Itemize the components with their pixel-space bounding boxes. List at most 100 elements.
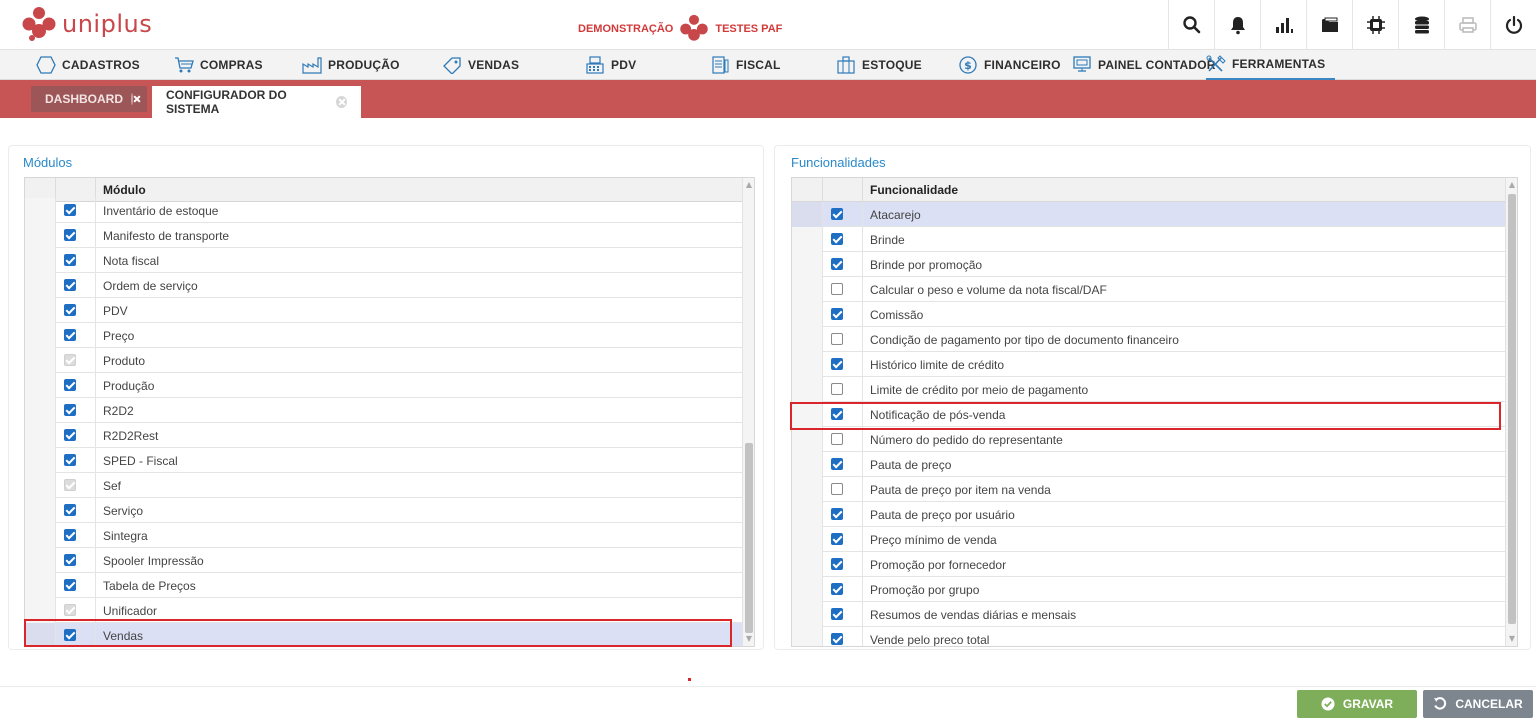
table-row[interactable]: R2D2 <box>25 398 754 423</box>
table-row[interactable]: Serviço <box>25 498 754 523</box>
row-header-cell[interactable] <box>25 623 56 646</box>
table-row[interactable]: Comissão <box>792 302 1517 327</box>
table-row[interactable]: Promoção por grupo <box>792 577 1517 602</box>
row-checkbox[interactable] <box>64 329 76 341</box>
row-checkbox[interactable] <box>831 583 843 595</box>
row-header-cell[interactable] <box>25 448 56 473</box>
row-checkbox[interactable] <box>831 333 843 345</box>
row-checkbox[interactable] <box>831 508 843 520</box>
row-checkbox[interactable] <box>831 283 843 295</box>
scroll-down-icon[interactable]: ▼ <box>1507 634 1517 644</box>
row-header-cell[interactable] <box>25 323 56 348</box>
row-checkbox[interactable] <box>831 208 843 220</box>
table-row[interactable]: Pauta de preço <box>792 452 1517 477</box>
menu-item-painel-contador[interactable]: PAINEL CONTADOR <box>1072 50 1216 80</box>
table-row[interactable]: Nota fiscal <box>25 248 754 273</box>
row-header-cell[interactable] <box>25 498 56 523</box>
table-row[interactable]: Notificação de pós-venda <box>792 402 1517 427</box>
row-header-cell[interactable] <box>792 452 823 477</box>
row-header-cell[interactable] <box>792 477 823 502</box>
row-checkbox[interactable] <box>64 579 76 591</box>
row-checkbox[interactable] <box>64 254 76 266</box>
row-header-cell[interactable] <box>792 502 823 527</box>
features-column-header[interactable]: Funcionalidade <box>870 183 958 197</box>
row-header-cell[interactable] <box>792 427 823 452</box>
row-header-cell[interactable] <box>25 473 56 498</box>
reports-button[interactable] <box>1260 0 1306 50</box>
row-header-cell[interactable] <box>25 198 56 223</box>
row-header-cell[interactable] <box>792 377 823 402</box>
row-header-cell[interactable] <box>25 423 56 448</box>
row-header-cell[interactable] <box>792 577 823 602</box>
row-checkbox[interactable] <box>831 633 843 645</box>
system-button[interactable] <box>1352 0 1398 50</box>
row-checkbox[interactable] <box>831 408 843 420</box>
tab-dashboard[interactable]: DASHBOARD <box>31 86 147 112</box>
row-checkbox[interactable] <box>831 258 843 270</box>
files-button[interactable] <box>1306 0 1352 50</box>
table-row[interactable]: Brinde <box>792 227 1517 252</box>
scroll-down-icon[interactable]: ▼ <box>744 634 754 644</box>
row-checkbox[interactable] <box>64 554 76 566</box>
table-row[interactable]: Limite de crédito por meio de pagamento <box>792 377 1517 402</box>
row-checkbox[interactable] <box>64 429 76 441</box>
row-header-cell[interactable] <box>792 252 823 277</box>
row-checkbox[interactable] <box>64 204 76 216</box>
row-header-cell[interactable] <box>25 523 56 548</box>
row-header-cell[interactable] <box>792 302 823 327</box>
table-row[interactable]: Condição de pagamento por tipo de docume… <box>792 327 1517 352</box>
row-header-cell[interactable] <box>25 298 56 323</box>
table-row[interactable]: PDV <box>25 298 754 323</box>
table-row[interactable]: Produto <box>25 348 754 373</box>
row-header-cell[interactable] <box>792 402 823 427</box>
row-checkbox[interactable] <box>64 629 76 641</box>
row-checkbox[interactable] <box>64 379 76 391</box>
table-row[interactable]: Brinde por promoção <box>792 252 1517 277</box>
save-button[interactable]: GRAVAR <box>1297 690 1417 718</box>
row-header-cell[interactable] <box>25 598 56 623</box>
menu-item-estoque[interactable]: ESTOQUE <box>836 50 922 80</box>
table-row[interactable]: Sef <box>25 473 754 498</box>
row-checkbox[interactable] <box>831 433 843 445</box>
row-header-cell[interactable] <box>792 627 823 646</box>
menu-item-financeiro[interactable]: $ FINANCEIRO <box>958 50 1061 80</box>
database-button[interactable] <box>1398 0 1444 50</box>
cancel-button[interactable]: CANCELAR <box>1423 690 1533 718</box>
table-row[interactable]: R2D2Rest <box>25 423 754 448</box>
scroll-thumb[interactable] <box>745 443 753 633</box>
menu-item-compras[interactable]: COMPRAS <box>174 50 263 80</box>
row-checkbox[interactable] <box>64 504 76 516</box>
table-row[interactable]: Atacarejo <box>792 202 1517 227</box>
row-checkbox[interactable] <box>64 529 76 541</box>
row-header-cell[interactable] <box>792 277 823 302</box>
row-checkbox[interactable] <box>831 483 843 495</box>
row-checkbox[interactable] <box>831 383 843 395</box>
scroll-thumb[interactable] <box>1508 194 1516 624</box>
row-header-cell[interactable] <box>25 248 56 273</box>
table-row[interactable]: Pauta de preço por item na venda <box>792 477 1517 502</box>
menu-item-pdv[interactable]: PDV <box>585 50 636 80</box>
row-checkbox[interactable] <box>831 458 843 470</box>
row-header-cell[interactable] <box>792 352 823 377</box>
close-icon[interactable] <box>131 93 133 105</box>
table-row[interactable]: SPED - Fiscal <box>25 448 754 473</box>
row-header-cell[interactable] <box>792 602 823 627</box>
scroll-up-icon[interactable]: ▲ <box>744 180 754 190</box>
row-checkbox[interactable] <box>831 558 843 570</box>
menu-item-cadastros[interactable]: CADASTROS <box>36 50 140 80</box>
app-logo[interactable]: uniplus <box>22 6 152 42</box>
table-row[interactable]: Pauta de preço por usuário <box>792 502 1517 527</box>
table-row[interactable]: Vendas <box>25 623 754 646</box>
row-header-cell[interactable] <box>792 202 823 227</box>
row-header-cell[interactable] <box>25 398 56 423</box>
features-scrollbar[interactable]: ▲ ▼ <box>1505 178 1517 646</box>
modules-column-header[interactable]: Módulo <box>103 183 146 197</box>
search-button[interactable] <box>1168 0 1214 50</box>
table-row[interactable]: Sintegra <box>25 523 754 548</box>
row-checkbox[interactable] <box>831 308 843 320</box>
menu-item-fiscal[interactable]: FISCAL <box>710 50 781 80</box>
table-row[interactable]: Inventário de estoque <box>25 198 754 223</box>
notifications-button[interactable] <box>1214 0 1260 50</box>
row-checkbox[interactable] <box>64 279 76 291</box>
tab-configurador-do-sistema[interactable]: CONFIGURADOR DO SISTEMA <box>152 86 361 118</box>
